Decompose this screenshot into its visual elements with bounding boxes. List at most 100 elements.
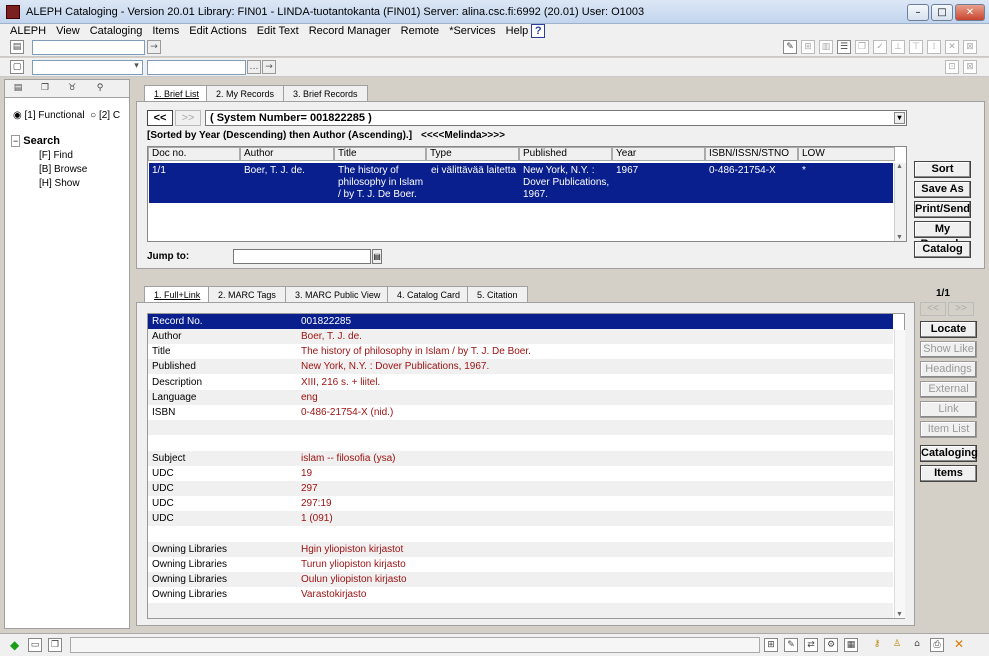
- menu-help[interactable]: Help: [506, 25, 529, 37]
- prev-record-button[interactable]: <<: [920, 302, 946, 316]
- items-button[interactable]: Items: [920, 465, 977, 482]
- collapse-icon[interactable]: −: [11, 135, 21, 147]
- query-select[interactable]: ( System Number= 001822285 ) ▾: [205, 110, 907, 126]
- print-send-button[interactable]: Print/Send: [914, 201, 971, 218]
- close-pane-icon[interactable]: ⊠: [963, 60, 977, 74]
- next-record-button[interactable]: >>: [948, 302, 974, 316]
- base-select[interactable]: [32, 60, 143, 75]
- window-icon[interactable]: ⊡: [945, 60, 959, 74]
- user-icon[interactable]: ♙: [890, 638, 904, 652]
- history-tab-icon[interactable]: ♉: [65, 82, 79, 96]
- menu-edit-text[interactable]: Edit Text: [257, 25, 299, 37]
- status-doc-icon[interactable]: ▭: [28, 638, 42, 652]
- record-field-row[interactable]: Published New York, N.Y. : Dover Publicat…: [148, 359, 893, 375]
- close-button[interactable]: ✕: [955, 4, 985, 21]
- check-icon[interactable]: ✓: [873, 40, 887, 54]
- status-pages-icon[interactable]: ❐: [48, 638, 62, 652]
- show-like-button[interactable]: Show Like: [920, 341, 977, 358]
- help-icon[interactable]: ?: [531, 24, 546, 38]
- record-field-row[interactable]: Description XIII, 216 s. + liitel.: [148, 374, 893, 390]
- external-button[interactable]: External: [920, 381, 977, 398]
- printer-icon[interactable]: ⎙: [930, 638, 944, 652]
- record-field-row[interactable]: Subject islam -- filosofia (ysa): [148, 450, 893, 466]
- tree-icon[interactable]: ⊞: [801, 40, 815, 54]
- col-doc-no[interactable]: Doc no.: [148, 147, 240, 161]
- grid-scrollbar[interactable]: ▲ ▼: [894, 163, 906, 241]
- minimize-button[interactable]: –: [907, 4, 929, 21]
- search-tree-root[interactable]: − Search: [11, 135, 60, 147]
- connect-icon[interactable]: ⇄: [804, 638, 818, 652]
- item-list-button[interactable]: Item List: [920, 421, 977, 438]
- radio-second[interactable]: ○ [2] C: [90, 110, 120, 121]
- list-icon[interactable]: ☰: [837, 40, 851, 54]
- jump-picker-icon[interactable]: ▤: [372, 249, 382, 264]
- jump-to-input[interactable]: [233, 249, 371, 264]
- copy-icon[interactable]: ❐: [855, 40, 869, 54]
- cataloging-button[interactable]: Cataloging: [920, 445, 978, 462]
- record-field-row[interactable]: UDC 297: [148, 481, 893, 496]
- chevron-down-icon[interactable]: ▾: [894, 112, 905, 124]
- binoculars-icon[interactable]: ⚲: [93, 82, 107, 96]
- col-type[interactable]: Type: [426, 147, 519, 161]
- settings-icon[interactable]: ⚙: [824, 638, 838, 652]
- record-field-row[interactable]: Owning Libraries Oulun yliopiston kirjast…: [148, 572, 893, 588]
- col-published[interactable]: Published: [519, 147, 612, 161]
- menu-edit-actions[interactable]: Edit Actions: [189, 25, 246, 37]
- save-as-button[interactable]: Save As: [914, 181, 971, 198]
- keyboard-icon[interactable]: ▦: [844, 638, 858, 652]
- col-title[interactable]: Title: [334, 147, 426, 161]
- tree-item-show[interactable]: [H] Show: [39, 178, 80, 189]
- chevron-down-icon[interactable]: ▾: [131, 61, 142, 73]
- record-field-row[interactable]: Language eng: [148, 389, 893, 405]
- menu-remote[interactable]: Remote: [401, 25, 440, 37]
- record-field-row[interactable]: [148, 435, 893, 451]
- record-field-row[interactable]: UDC 1 (091): [148, 511, 893, 527]
- menu-record-manager[interactable]: Record Manager: [309, 25, 391, 37]
- table-row[interactable]: 1/1 Boer, T. J. de. The history of philo…: [149, 163, 893, 203]
- tree-item-browse[interactable]: [B] Browse: [39, 164, 87, 175]
- record-scrollbar[interactable]: ▼: [894, 330, 905, 618]
- sort-button[interactable]: Sort: [914, 161, 971, 178]
- edit-tool-icon[interactable]: ✎: [784, 638, 798, 652]
- grid-icon[interactable]: ⁞: [927, 40, 941, 54]
- command-input[interactable]: [32, 40, 145, 55]
- menu-aleph[interactable]: ALEPH: [10, 25, 46, 37]
- record-field-row[interactable]: UDC 19: [148, 465, 893, 481]
- catalog-tab-icon[interactable]: ▤: [11, 82, 25, 96]
- radio-functional[interactable]: ◉ [1] Functional: [13, 110, 85, 121]
- record-field-row[interactable]: ISBN 0-486-21754-X (nid.): [148, 405, 893, 420]
- menu-cataloging[interactable]: Cataloging: [90, 25, 143, 37]
- menu-items[interactable]: Items: [152, 25, 179, 37]
- book-icon[interactable]: ▥: [819, 40, 833, 54]
- exit-icon[interactable]: ✕: [952, 638, 966, 652]
- next-set-button[interactable]: >>: [175, 110, 201, 126]
- scroll-down-icon[interactable]: ▼: [896, 234, 903, 241]
- prev-set-button[interactable]: <<: [147, 110, 173, 126]
- merge-icon[interactable]: ⊥: [891, 40, 905, 54]
- link-button[interactable]: Link: [920, 401, 977, 418]
- ellipsis-icon[interactable]: …: [247, 60, 261, 74]
- headings-button[interactable]: Headings: [920, 361, 977, 378]
- record-field-row[interactable]: [148, 526, 893, 542]
- network-icon[interactable]: ⊞: [764, 638, 778, 652]
- record-field-row[interactable]: [148, 420, 893, 436]
- document-icon[interactable]: ▢: [10, 60, 24, 74]
- edit-record-icon[interactable]: ✎: [783, 40, 797, 54]
- record-field-row[interactable]: [148, 602, 893, 618]
- pages-tab-icon[interactable]: ❐: [38, 82, 52, 96]
- maximize-button[interactable]: □: [931, 4, 953, 21]
- col-year[interactable]: Year: [612, 147, 705, 161]
- scroll-up-icon[interactable]: ▲: [896, 163, 903, 170]
- key-icon[interactable]: ⚷: [870, 638, 884, 652]
- col-isbn[interactable]: ISBN/ISSN/STNO: [705, 147, 798, 161]
- col-author[interactable]: Author: [240, 147, 334, 161]
- catalog-icon[interactable]: ▤: [10, 40, 24, 54]
- record-field-row[interactable]: Owning Libraries Turun yliopiston kirjast…: [148, 557, 893, 572]
- menu-view[interactable]: View: [56, 25, 80, 37]
- search-go-icon[interactable]: →: [262, 60, 276, 74]
- record-field-row[interactable]: Title The history of philosophy in Islam …: [148, 344, 893, 360]
- record-field-row[interactable]: UDC 297:19: [148, 496, 893, 512]
- tree-item-find[interactable]: [F] Find: [39, 150, 73, 161]
- record-header-row[interactable]: Record No. 001822285: [148, 314, 893, 329]
- record-field-row[interactable]: Owning Libraries Varastokirjasto: [148, 587, 893, 603]
